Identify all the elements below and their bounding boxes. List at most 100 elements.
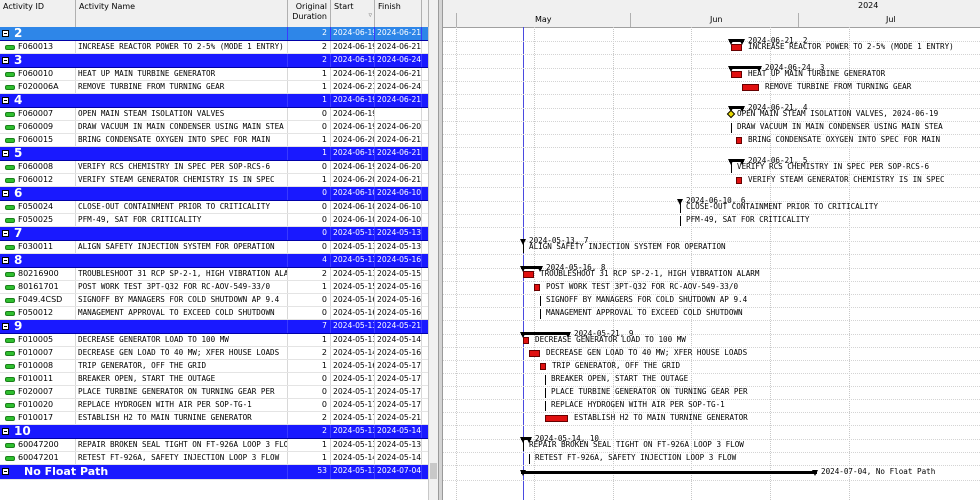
group-duration: 2 bbox=[288, 54, 331, 67]
wbs-group-row[interactable]: 9 7 2024-05-13 2024-05-21 bbox=[0, 320, 428, 334]
activity-zero-duration-tick[interactable] bbox=[540, 296, 541, 306]
activity-bar[interactable] bbox=[736, 137, 742, 144]
activity-row[interactable]: F010017 ESTABLISH H2 TO MAIN TURNINE GENE… bbox=[0, 412, 428, 425]
activity-row[interactable]: F050012 MANAGEMENT APPROVAL TO EXCEED COL… bbox=[0, 307, 428, 320]
activity-finish: 2024-06-20 bbox=[377, 121, 422, 133]
activity-bar[interactable] bbox=[545, 415, 568, 422]
activity-row[interactable]: F050024 CLOSE-OUT CONTAINMENT PRIOR TO CR… bbox=[0, 201, 428, 214]
activity-row[interactable]: F010020 REPLACE HYDROGEN WITH AIR PER SOP… bbox=[0, 399, 428, 412]
activity-row[interactable]: F030011 ALIGN SAFETY INJECTION SYSTEM FOR… bbox=[0, 241, 428, 254]
filter-icon[interactable]: ▿ bbox=[368, 10, 372, 20]
activity-bar[interactable] bbox=[529, 350, 540, 357]
group-duration: 0 bbox=[288, 227, 331, 240]
activity-bar[interactable] bbox=[523, 271, 534, 278]
wbs-group-row[interactable]: 3 2 2024-06-19 2024-06-24 bbox=[0, 54, 428, 68]
activity-bar[interactable] bbox=[731, 44, 742, 51]
activity-row[interactable]: F060015 BRING CONDENSATE OXYGEN INTO SPEC… bbox=[0, 134, 428, 147]
activity-row[interactable]: F060012 VERIFY STEAM GENERATOR CHEMISTRY … bbox=[0, 174, 428, 187]
collapse-toggle-icon[interactable] bbox=[2, 230, 9, 237]
column-header-activity-id[interactable]: Activity ID bbox=[0, 0, 76, 27]
activity-row[interactable]: 80161701 POST WORK TEST 3PT-Q32 FOR RC-AO… bbox=[0, 281, 428, 294]
collapse-toggle-icon[interactable] bbox=[2, 428, 9, 435]
activity-row[interactable]: F010005 DECREASE GENERATOR LOAD TO 100 MW… bbox=[0, 334, 428, 347]
vertical-scrollbar[interactable] bbox=[428, 27, 438, 500]
activity-zero-duration-tick[interactable] bbox=[545, 388, 546, 398]
activity-zero-duration-tick[interactable] bbox=[545, 401, 546, 411]
collapse-toggle-icon[interactable] bbox=[2, 323, 9, 330]
collapse-toggle-icon[interactable] bbox=[2, 190, 9, 197]
activity-finish: 2024-06-21 bbox=[377, 134, 422, 146]
activity-finish: 2024-06-21 bbox=[377, 174, 422, 186]
activity-zero-duration-tick[interactable] bbox=[523, 243, 524, 253]
activity-bar[interactable] bbox=[736, 177, 742, 184]
activity-zero-duration-tick[interactable] bbox=[545, 375, 546, 385]
activity-row[interactable]: 60047201 RETEST FT-926A, SAFETY INJECTION… bbox=[0, 452, 428, 465]
wbs-group-row[interactable]: 8 4 2024-05-13 2024-05-16 bbox=[0, 254, 428, 268]
activity-bar[interactable] bbox=[534, 284, 540, 291]
activity-start: 2024-06-10 bbox=[333, 214, 375, 226]
collapse-toggle-icon[interactable] bbox=[2, 30, 9, 37]
activity-start: 2024-05-16 bbox=[333, 360, 375, 372]
column-header-start[interactable]: Start ▿ bbox=[331, 0, 375, 27]
activity-row[interactable]: 60047200 REPAIR BROKEN SEAL TIGHT ON FT-9… bbox=[0, 439, 428, 452]
activity-row[interactable]: F060013 INCREASE REACTOR POWER TO 2-5% (M… bbox=[0, 41, 428, 54]
activity-start: 2024-05-14 bbox=[333, 452, 375, 464]
activity-zero-duration-tick[interactable] bbox=[540, 309, 541, 319]
collapse-toggle-icon[interactable] bbox=[2, 150, 9, 157]
activity-bar[interactable] bbox=[742, 84, 759, 91]
collapse-toggle-icon[interactable] bbox=[2, 57, 9, 64]
column-header-original-duration[interactable]: Original Duration bbox=[288, 0, 331, 27]
row-grid-line bbox=[443, 425, 980, 426]
activity-name: BRING CONDENSATE OXYGEN INTO SPEC FOR MA… bbox=[76, 134, 288, 146]
activity-row[interactable]: F020006A REMOVE TURBINE FROM TURNING GEAR… bbox=[0, 81, 428, 94]
activity-start: 2024-05-14 bbox=[333, 347, 375, 359]
activity-bar[interactable] bbox=[523, 337, 529, 344]
activity-row[interactable]: F049.4CSD SIGNOFF BY MANAGERS FOR COLD SH… bbox=[0, 294, 428, 307]
wbs-group-row[interactable]: 5 1 2024-06-19 2024-06-21 bbox=[0, 147, 428, 161]
activity-zero-duration-tick[interactable] bbox=[731, 163, 732, 173]
activity-id: 60047200 bbox=[0, 439, 76, 451]
activity-bar[interactable] bbox=[540, 363, 546, 370]
activity-row[interactable]: F060007 OPEN MAIN STEAM ISOLATION VALVES 0… bbox=[0, 108, 428, 121]
activity-row[interactable]: F060010 HEAT UP MAIN TURBINE GENERATOR 1 20… bbox=[0, 68, 428, 81]
activity-name: ALIGN SAFETY INJECTION SYSTEM FOR OPERAT… bbox=[76, 241, 288, 253]
activity-row[interactable]: F060009 DRAW VACUUM IN MAIN CONDENSER USI… bbox=[0, 121, 428, 134]
activity-id: F010007 bbox=[0, 347, 76, 359]
activity-zero-duration-tick[interactable] bbox=[523, 441, 524, 451]
no-float-path-row[interactable]: No Float Path 53 2024-05-13 2024-07-04 bbox=[0, 465, 428, 480]
column-header-activity-name[interactable]: Activity Name bbox=[76, 0, 288, 27]
activity-row[interactable]: F020007 PLACE TURBINE GENERATOR ON TURNIN… bbox=[0, 386, 428, 399]
activity-bar-label: VERIFY STEAM GENERATOR CHEMISTRY IS IN S… bbox=[748, 175, 945, 184]
activity-zero-duration-tick[interactable] bbox=[731, 123, 732, 133]
scrollbar-thumb[interactable] bbox=[430, 463, 437, 479]
activity-zero-duration-tick[interactable] bbox=[680, 203, 681, 213]
wbs-group-row[interactable]: 7 0 2024-05-13 2024-05-13 bbox=[0, 227, 428, 241]
wbs-group-row[interactable]: 4 1 2024-06-19 2024-06-21 bbox=[0, 94, 428, 108]
column-header-finish[interactable]: Finish bbox=[375, 0, 422, 27]
column-header-extra[interactable] bbox=[422, 0, 429, 27]
wbs-group-row[interactable]: 2 2 2024-06-19 2024-06-21 bbox=[0, 27, 428, 41]
activity-bar[interactable] bbox=[731, 71, 742, 78]
activity-id: F060015 bbox=[0, 134, 76, 146]
wbs-group-row[interactable]: 6 0 2024-06-10 2024-06-10 bbox=[0, 187, 428, 201]
activity-duration: 0 bbox=[288, 399, 331, 411]
group-start: 2024-05-13 bbox=[331, 254, 375, 267]
collapse-toggle-icon[interactable] bbox=[2, 97, 9, 104]
activity-row[interactable]: 80216900 TROUBLESHOOT 31 RCP SP-2-1, HIGH… bbox=[0, 268, 428, 281]
activity-row[interactable]: F010011 BREAKER OPEN, START THE OUTAGE 0 20… bbox=[0, 373, 428, 386]
activity-zero-duration-tick[interactable] bbox=[680, 216, 681, 226]
summary-bar[interactable] bbox=[521, 471, 817, 474]
collapse-toggle-icon[interactable] bbox=[2, 257, 9, 264]
activity-name: BREAKER OPEN, START THE OUTAGE bbox=[76, 373, 288, 385]
wbs-group-row[interactable]: 10 2 2024-05-13 2024-05-14 bbox=[0, 425, 428, 439]
activity-zero-duration-tick[interactable] bbox=[529, 454, 530, 464]
activity-id: F049.4CSD bbox=[0, 294, 76, 306]
collapse-toggle-icon[interactable] bbox=[2, 468, 9, 475]
row-grid-line bbox=[443, 320, 980, 321]
activity-row[interactable]: F060008 VERIFY RCS CHEMISTRY IN SPEC PER … bbox=[0, 161, 428, 174]
activity-row[interactable]: F010008 TRIP GENERATOR, OFF THE GRID 1 2024… bbox=[0, 360, 428, 373]
activity-row[interactable]: F050025 PFM-49, SAT FOR CRITICALITY 0 2024-… bbox=[0, 214, 428, 227]
group-finish: 2024-05-16 bbox=[375, 254, 422, 267]
activity-row[interactable]: F010007 DECREASE GEN LOAD TO 40 MW; XFER … bbox=[0, 347, 428, 360]
activity-duration: 1 bbox=[288, 81, 331, 93]
